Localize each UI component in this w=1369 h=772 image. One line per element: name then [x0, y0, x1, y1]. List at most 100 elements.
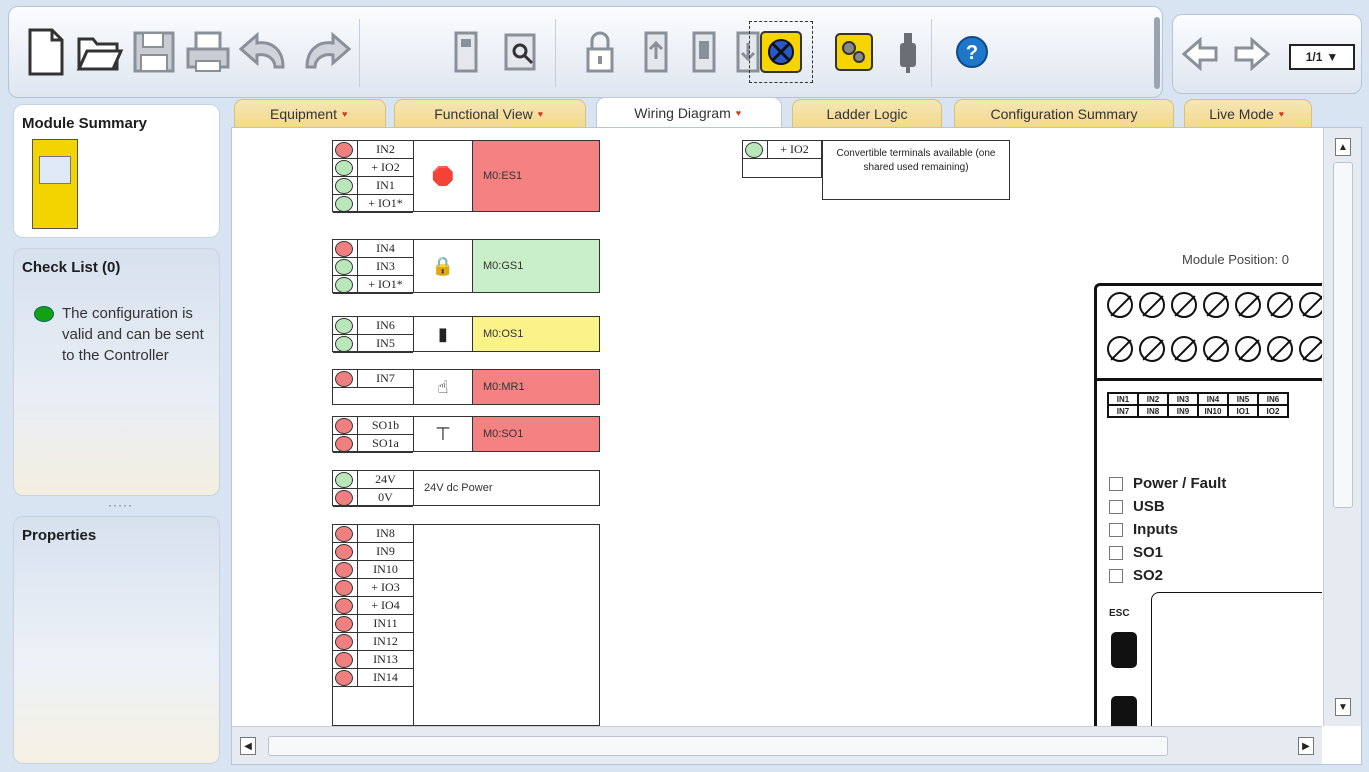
back-arrow-icon[interactable] [1177, 23, 1223, 85]
terminal-circle [335, 579, 353, 596]
terminal-label: IN7 [357, 370, 413, 387]
scroll-up-icon[interactable]: ▲ [1335, 138, 1351, 156]
status-text: The configuration is valid and can be se… [62, 305, 204, 364]
esc-button[interactable] [1111, 632, 1137, 668]
led-label: SO2 [1133, 567, 1164, 584]
terminal[interactable]: 0V [333, 489, 413, 507]
tab-3[interactable]: Ladder Logic [792, 99, 942, 127]
scroll-right-icon[interactable]: ▶ [1298, 737, 1314, 755]
forward-arrow-icon[interactable] [1229, 23, 1275, 85]
undo-icon[interactable] [237, 21, 291, 83]
device-block-4[interactable]: SO1b SO1a ⊤ M0:SO1 [332, 416, 600, 453]
terminal[interactable]: 24V [333, 471, 413, 489]
terminal[interactable]: IN13 [333, 651, 413, 669]
terminal[interactable]: IN8 [333, 525, 413, 543]
help-icon[interactable]: ? [945, 21, 999, 83]
terminal-label: IN5 [357, 335, 413, 352]
open-folder-icon[interactable] [73, 21, 127, 83]
terminal[interactable]: IN4 [333, 240, 413, 258]
device-name: 24V dc Power [413, 471, 599, 505]
device-display [1151, 592, 1322, 726]
reset-button-icon: ☝ [413, 370, 473, 404]
terminal-label: IN2 [357, 141, 413, 158]
tab-1[interactable]: Functional View ♥ [394, 99, 586, 127]
upload-icon[interactable] [629, 21, 683, 83]
io-label: IN8 [1138, 405, 1168, 417]
device-block-6[interactable]: IN8 IN9 IN10 + IO3 + IO4 IN11 IN12 IN13 IN14 [332, 524, 600, 726]
lock-icon[interactable] [573, 21, 627, 83]
terminal-circle [335, 525, 353, 542]
terminal[interactable]: + IO2 [333, 159, 413, 177]
usb-icon[interactable] [881, 21, 935, 83]
device-block-1[interactable]: IN4 IN3 + IO1* 🔒 M0:GS1 [332, 239, 600, 294]
terminal[interactable]: + IO1* [333, 276, 413, 294]
terminal[interactable]: IN10 [333, 561, 413, 579]
new-icon[interactable] [19, 21, 73, 83]
led-label: Power / Fault [1133, 475, 1227, 492]
led-indicator [1109, 568, 1123, 583]
terminal-circle [335, 543, 353, 560]
device-block-3[interactable]: IN7 ☝ M0:MR1 [332, 369, 600, 405]
vertical-scroll-thumb[interactable] [1333, 162, 1353, 508]
terminal[interactable]: IN3 [333, 258, 413, 276]
configure-gears-icon[interactable] [827, 21, 881, 83]
terminal[interactable]: SO1b [333, 417, 413, 435]
device-name [413, 525, 599, 725]
scroll-down-icon[interactable]: ▼ [1335, 698, 1351, 716]
green-status-icon [34, 306, 54, 322]
terminal[interactable]: IN5 [333, 335, 413, 353]
search-document-icon[interactable] [493, 21, 547, 83]
terminal-circle [335, 141, 353, 158]
terminal[interactable]: + IO3 [333, 579, 413, 597]
ok-button[interactable] [1111, 696, 1137, 726]
horizontal-scrollbar[interactable]: ◀ ▶ [232, 726, 1322, 764]
terminal[interactable]: IN6 [333, 317, 413, 335]
led-row: Power / Fault [1109, 472, 1226, 495]
terminal[interactable]: IN11 [333, 615, 413, 633]
device-block-0[interactable]: IN2 + IO2 IN1 + IO1* 🛑 M0:ES1 [332, 140, 600, 213]
splitter-handle[interactable]: ····· [108, 498, 133, 512]
led-indicator [1109, 499, 1123, 514]
terminal[interactable]: IN12 [333, 633, 413, 651]
terminal[interactable]: SO1a [333, 435, 413, 453]
tab-0[interactable]: Equipment ♥ [234, 99, 386, 127]
io-label: IN5 [1228, 393, 1258, 405]
terminal-label: IN11 [357, 615, 413, 632]
scroll-left-icon[interactable]: ◀ [240, 737, 256, 755]
terminal[interactable]: IN1 [333, 177, 413, 195]
terminal[interactable]: IN9 [333, 543, 413, 561]
redo-icon[interactable] [297, 21, 351, 83]
terminal[interactable]: + IO4 [333, 597, 413, 615]
convertible-terminal[interactable]: + IO2 [742, 140, 822, 178]
save-icon[interactable] [127, 21, 181, 83]
light-curtain-icon: ▮ [413, 317, 473, 351]
tab-4[interactable]: Configuration Summary [954, 99, 1174, 127]
controller-device[interactable]: IN1 IN2 IN3 IN4 IN5 IN6 IN7 IN8 IN9 IN10 IO1 IO2 Po… [1094, 283, 1322, 726]
terminal[interactable]: + IO1* [333, 195, 413, 213]
warning-mark-icon: ♥ [1278, 108, 1285, 119]
tab-label: Functional View [434, 105, 533, 122]
print-icon[interactable] [181, 21, 235, 83]
page-value: 1/1 [1305, 50, 1323, 64]
terminal-label: + IO2 [767, 141, 821, 158]
controller-icon[interactable] [439, 21, 493, 83]
terminal-label: + IO3 [357, 579, 413, 596]
validate-icon[interactable] [749, 21, 813, 83]
panel-title: Module Summary [22, 115, 148, 132]
toolbar-grip[interactable] [1154, 17, 1160, 89]
horizontal-scroll-thumb[interactable] [268, 736, 1168, 756]
io-label: IN7 [1108, 405, 1138, 417]
terminal-column: 24V 0V [333, 471, 413, 507]
vertical-scrollbar[interactable]: ▲ ▼ [1323, 128, 1361, 726]
module-thumbnail[interactable] [32, 139, 78, 229]
device-block-2[interactable]: IN6 IN5 ▮ M0:OS1 [332, 316, 600, 353]
terminal[interactable]: IN7 [333, 370, 413, 388]
tab-label: Ladder Logic [826, 105, 908, 122]
page-selector[interactable]: 1/1 ▼ [1289, 44, 1355, 70]
tab-2[interactable]: Wiring Diagram ♥ [596, 97, 782, 127]
tab-5[interactable]: Live Mode ♥ [1184, 99, 1312, 127]
terminal-column: IN4 IN3 + IO1* [333, 240, 413, 294]
terminal[interactable]: IN14 [333, 669, 413, 687]
terminal[interactable]: IN2 [333, 141, 413, 159]
device-block-5[interactable]: 24V 0V 24V dc Power [332, 470, 600, 507]
